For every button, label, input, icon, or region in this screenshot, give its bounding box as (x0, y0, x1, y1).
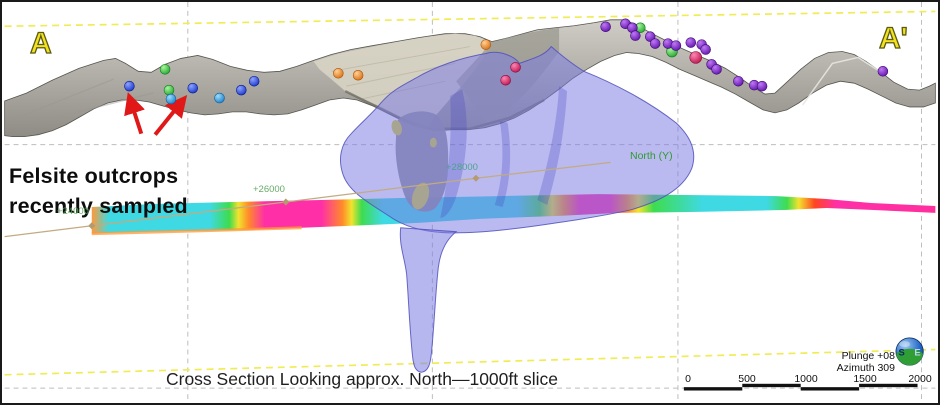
scale-tick-0: 0 (685, 374, 691, 386)
orientation-globe-icon[interactable]: S E (896, 338, 923, 365)
sample-point-purple (630, 31, 640, 41)
sample-point-orange (353, 70, 363, 80)
sample-point-purple (671, 41, 681, 51)
sample-point-purple (733, 76, 743, 86)
figure-caption: Cross Section Looking approx. North—1000… (132, 370, 592, 389)
annotation-line-2: recently sampled (9, 195, 188, 219)
sample-point-purple (701, 45, 711, 55)
section-label-a: A (30, 27, 52, 60)
sample-point-orange (333, 68, 343, 78)
scale-tick-2000: 2000 (908, 374, 931, 386)
sample-point-blue (236, 85, 246, 95)
sample-point-orange (481, 40, 491, 50)
scale-tick-1500: 1500 (853, 374, 876, 386)
axis-tick-24000: +24000 (57, 207, 89, 217)
sample-point-crimson (511, 62, 521, 72)
sample-point-crimson (501, 75, 511, 85)
axis-tick-28000: +28000 (446, 163, 478, 173)
north-axis-label: North (Y) (630, 151, 673, 163)
axis-tick-26000: +26000 (253, 185, 285, 195)
sample-point-blue (188, 83, 198, 93)
sample-point-green (164, 85, 174, 95)
sample-point-purple (650, 39, 660, 49)
sample-point-purple (878, 66, 888, 76)
annotation-line-1: Felsite outcrops (9, 165, 178, 189)
cross-section-figure: S E A A' Felsite outcrops recently sampl… (0, 0, 940, 405)
annotation-arrow-1 (129, 97, 141, 134)
sample-point-cyan (215, 93, 225, 103)
sample-point-purple (686, 38, 696, 48)
section-label-a-prime: A' (879, 22, 908, 55)
sample-point-purple (757, 81, 767, 91)
scale-tick-1000: 1000 (794, 374, 817, 386)
globe-letter-e: E (914, 346, 920, 357)
scale-tick-500: 500 (738, 374, 756, 386)
plunge-readout: Plunge +08 (800, 351, 895, 363)
sample-point-cyan (166, 94, 176, 104)
sample-point-green (160, 64, 170, 74)
sample-point-blue (124, 81, 134, 91)
sample-point-crimson (690, 52, 702, 64)
globe-letter-s: S (899, 346, 905, 357)
sample-point-purple (712, 64, 722, 74)
sample-point-blue (249, 76, 259, 86)
sample-point-purple (601, 22, 611, 32)
